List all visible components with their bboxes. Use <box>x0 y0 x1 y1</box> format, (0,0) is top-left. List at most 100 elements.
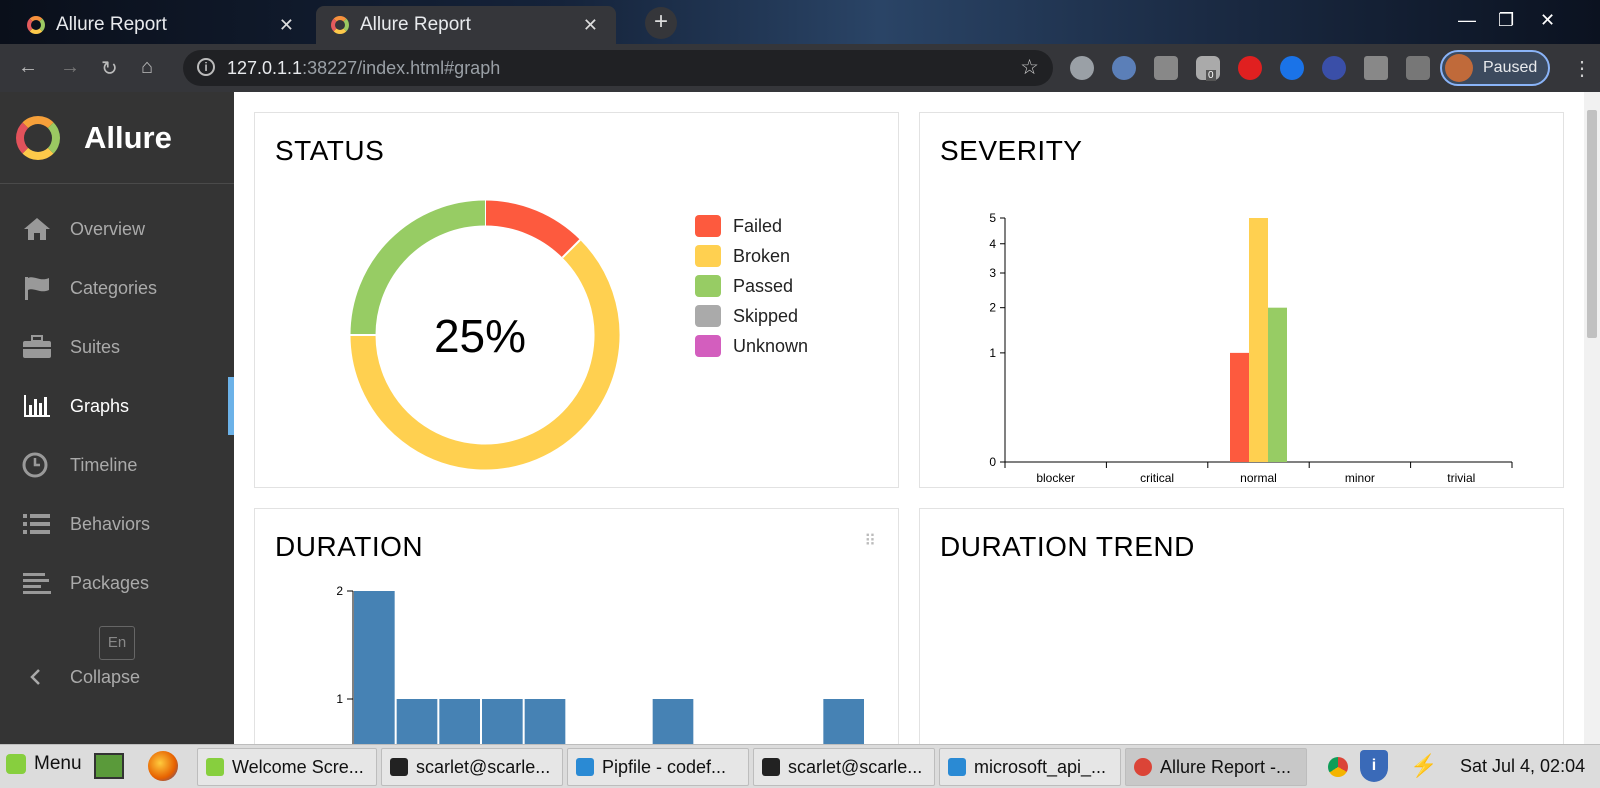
page-scrollbar[interactable] <box>1584 92 1600 744</box>
brand-name: Allure <box>84 119 172 155</box>
site-info-icon[interactable]: i <box>197 58 215 76</box>
panel-title: DURATION <box>275 531 424 562</box>
show-desktop-icon[interactable] <box>94 753 124 779</box>
panel-title: STATUS <box>275 135 385 166</box>
clock-icon <box>22 452 48 478</box>
taskbar-item[interactable]: scarlet@scarle... <box>381 748 563 786</box>
home-button-icon[interactable]: ⌂ <box>141 56 153 79</box>
taskbar-item-label: Pipfile - codef... <box>602 756 727 777</box>
sidebar-item-label: Timeline <box>70 454 138 475</box>
maximize-window-icon[interactable]: ❐ <box>1498 10 1514 31</box>
adblock-extension-icon[interactable] <box>1238 56 1262 80</box>
owl-extension-icon[interactable] <box>1112 56 1136 80</box>
legend-swatch <box>695 305 721 327</box>
allure-favicon-icon <box>330 15 350 35</box>
x-tick-label: blocker <box>1036 471 1075 483</box>
more-menu-icon[interactable]: ⋮ <box>1572 56 1592 81</box>
sidebar-item-label: Categories <box>70 277 158 298</box>
close-tab-icon[interactable]: ✕ <box>279 15 294 36</box>
block-extension-icon[interactable] <box>1322 56 1346 80</box>
forward-icon[interactable]: → <box>60 56 80 79</box>
flag-icon <box>25 277 49 300</box>
y-tick-label: 1 <box>989 346 996 360</box>
browser-tab-bar: Allure Report ✕ Allure Report ✕ + — ❐ ✕ <box>0 0 1600 44</box>
bookmark-star-icon[interactable]: ☆ <box>1020 55 1039 80</box>
severity-bar-chart: 0 1 2 3 4 5 blocker critical normal minor trivial <box>989 211 1513 483</box>
taskbar-item-active[interactable]: Allure Report -... <box>1125 748 1307 786</box>
taskbar-item[interactable]: microsoft_api_... <box>939 748 1121 786</box>
sidebar-item-suites[interactable]: Suites <box>0 318 234 376</box>
brand[interactable]: Allure <box>0 92 234 184</box>
y-tick-label: 1 <box>336 692 343 706</box>
sidebar-item-graphs[interactable]: Graphs <box>0 377 234 435</box>
scroll-thumb[interactable] <box>1587 110 1597 338</box>
align-left-icon <box>23 573 51 594</box>
taskbar-item[interactable]: Welcome Scre... <box>197 748 377 786</box>
legend-item-broken[interactable]: Broken <box>695 241 808 271</box>
address-bar[interactable]: i 127.0.1.1:38227/index.html#graph ☆ <box>183 50 1053 86</box>
close-window-icon[interactable]: ✕ <box>1540 10 1555 31</box>
taskbar-item-label: microsoft_api_... <box>974 756 1107 777</box>
puzzle-extensions-icon[interactable] <box>1406 56 1430 80</box>
profile-button[interactable]: Paused <box>1440 50 1550 86</box>
y-tick-label: 2 <box>336 584 343 598</box>
chrome-tray-icon[interactable] <box>1328 757 1348 777</box>
duration-bar <box>823 699 864 744</box>
sidebar-item-categories[interactable]: Categories <box>0 259 234 317</box>
taskbar-item[interactable]: Pipfile - codef... <box>567 748 749 786</box>
severity-bar-passed <box>1268 307 1287 462</box>
os-taskbar: Menu Welcome Scre... scarlet@scarle... P… <box>0 744 1600 788</box>
legend-item-failed[interactable]: Failed <box>695 211 808 241</box>
duration-panel: DURATION ⠿ 1 2 <box>254 508 899 744</box>
panel-title: DURATION TREND <box>940 531 1195 562</box>
duration-bar <box>396 699 438 744</box>
bar-chart-icon <box>24 395 50 417</box>
legend-swatch <box>695 215 721 237</box>
duration-bar <box>524 699 566 744</box>
start-menu-button[interactable]: Menu <box>6 753 82 775</box>
severity-panel: SEVERITY 0 1 2 3 4 5 blocker critical normal mino… <box>919 112 1564 488</box>
network-icon[interactable]: ⚡ <box>1410 753 1437 779</box>
minimize-window-icon[interactable]: — <box>1458 10 1476 31</box>
reload-icon[interactable]: ↻ <box>101 56 118 81</box>
browser-tab-active[interactable]: Allure Report ✕ <box>316 6 616 44</box>
drag-handle-icon[interactable]: ⠿ <box>864 531 876 551</box>
sidebar-item-packages[interactable]: Packages <box>0 554 234 612</box>
severity-bar-failed <box>1230 352 1249 462</box>
bookmark-extension-icon[interactable] <box>1364 56 1388 80</box>
new-tab-button[interactable]: + <box>645 7 677 39</box>
sidebar-item-behaviors[interactable]: Behaviors <box>0 495 234 553</box>
firefox-launcher-icon[interactable] <box>148 751 178 781</box>
x-tick-label: normal <box>1240 471 1277 483</box>
legend-item-unknown[interactable]: Unknown <box>695 331 808 361</box>
taskbar-item-label: Allure Report -... <box>1160 756 1292 777</box>
extension-badge: 0 <box>1206 70 1216 81</box>
panel-title: SEVERITY <box>940 135 1083 166</box>
sidebar-item-label: Graphs <box>70 395 130 416</box>
collapse-button[interactable]: Collapse <box>0 648 234 706</box>
tab-title: Allure Report <box>360 14 471 35</box>
status-legend: Failed Broken Passed Skipped Unknown <box>695 211 808 361</box>
clock: Sat Jul 4, 02:04 <box>1460 756 1586 776</box>
taskbar-item[interactable]: scarlet@scarle... <box>753 748 935 786</box>
sidebar: Allure Overview Categories Suites Graphs… <box>0 92 234 744</box>
shield-extension-icon[interactable]: 0 <box>1196 56 1220 81</box>
duration-bar <box>482 699 523 744</box>
close-tab-icon[interactable]: ✕ <box>583 15 598 36</box>
sidebar-item-timeline[interactable]: Timeline <box>0 436 234 494</box>
sidebar-item-label: Behaviors <box>70 513 151 534</box>
legend-label: Failed <box>733 215 783 236</box>
legend-item-passed[interactable]: Passed <box>695 271 808 301</box>
password-extension-icon[interactable] <box>1154 56 1178 80</box>
y-tick-label: 4 <box>989 237 996 251</box>
legend-item-skipped[interactable]: Skipped <box>695 301 808 331</box>
donut-slice-failed <box>484 200 581 258</box>
update-shield-icon[interactable]: i <box>1360 750 1388 782</box>
back-icon[interactable]: ← <box>18 56 38 79</box>
browser-tab[interactable]: Allure Report ✕ <box>12 6 312 44</box>
globe-extension-icon[interactable] <box>1070 56 1094 80</box>
sidebar-item-overview[interactable]: Overview <box>0 200 234 258</box>
sync-extension-icon[interactable] <box>1280 56 1304 80</box>
legend-label: Unknown <box>733 335 809 356</box>
allure-favicon-icon <box>26 15 46 35</box>
